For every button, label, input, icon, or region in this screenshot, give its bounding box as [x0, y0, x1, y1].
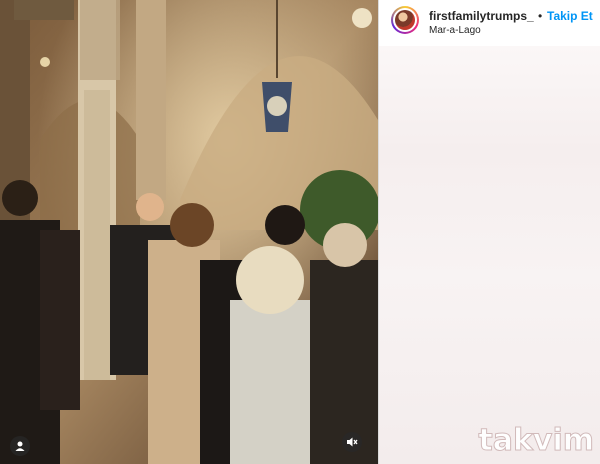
- speaker-muted-icon[interactable]: [342, 432, 362, 452]
- follow-button[interactable]: Takip Et: [547, 9, 593, 23]
- separator-dot: •: [538, 9, 543, 23]
- video-player[interactable]: [0, 0, 378, 464]
- post-header: firstfamilytrumps_ • Takip Et Mar-a-Lago: [379, 0, 600, 44]
- location-link[interactable]: Mar-a-Lago: [429, 25, 481, 36]
- user-tag-icon[interactable]: [10, 436, 30, 456]
- avatar-image: [395, 10, 415, 30]
- watermark-text: takvim: [478, 423, 595, 459]
- post-sidebar: firstfamilytrumps_ • Takip Et Mar-a-Lago…: [378, 0, 600, 464]
- video-frame[interactable]: [0, 0, 378, 464]
- watermark-logo: takvim: [478, 423, 595, 459]
- username-link[interactable]: firstfamilytrumps_: [429, 9, 534, 23]
- comments-area: [379, 46, 600, 464]
- avatar[interactable]: [391, 6, 419, 34]
